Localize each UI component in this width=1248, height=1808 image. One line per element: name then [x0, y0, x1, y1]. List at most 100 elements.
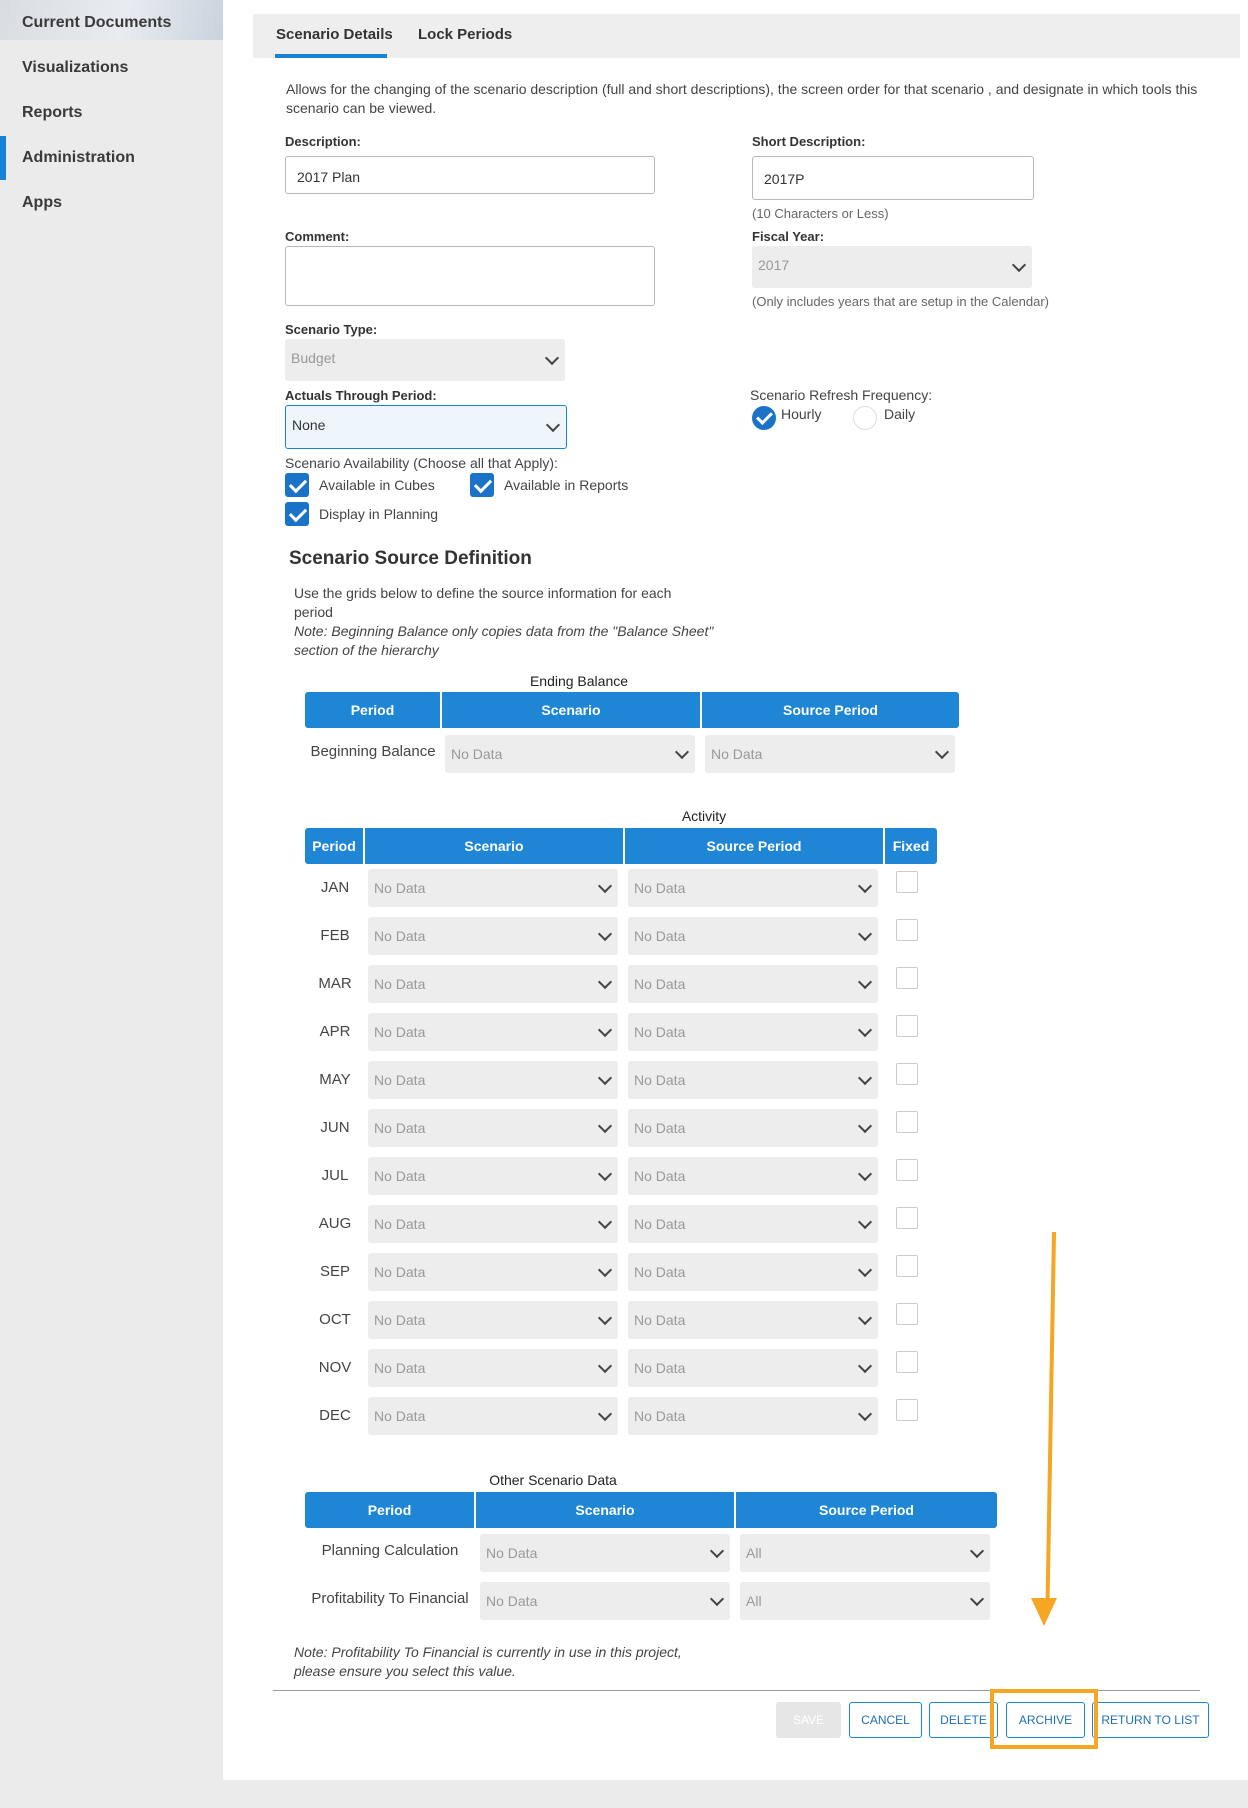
select-value: No Data — [711, 746, 763, 762]
activity-source-period-select[interactable]: No Data — [628, 1253, 878, 1291]
activity-period-label: AUG — [318, 1215, 352, 1232]
activity-source-period-select[interactable]: No Data — [628, 1157, 878, 1195]
chevron-down-icon — [857, 926, 873, 942]
beginning-balance-source-period-select[interactable]: No Data — [705, 735, 955, 773]
nav-apps[interactable]: Apps — [22, 194, 62, 212]
chevron-down-icon — [597, 1406, 613, 1422]
header-period: Period — [305, 1492, 476, 1528]
activity-scenario-select[interactable]: No Data — [368, 1397, 618, 1435]
activity-scenario-select[interactable]: No Data — [368, 1301, 618, 1339]
activity-fixed-checkbox[interactable] — [896, 1399, 918, 1421]
activity-source-period-select[interactable]: No Data — [628, 1205, 878, 1243]
short-description-field[interactable]: 2017P — [752, 156, 1034, 200]
activity-fixed-checkbox[interactable] — [896, 1351, 918, 1373]
save-button[interactable]: SAVE — [776, 1702, 841, 1738]
actuals-select[interactable]: None — [285, 405, 567, 449]
chevron-down-icon — [857, 1406, 873, 1422]
profitability-to-financial-scenario-select[interactable]: No Data — [480, 1582, 730, 1620]
activity-scenario-select[interactable]: No Data — [368, 965, 618, 1003]
fiscal-year-label: Fiscal Year: — [752, 229, 825, 244]
planning-calculation-scenario-select[interactable]: No Data — [480, 1534, 730, 1572]
chevron-down-icon — [597, 1022, 613, 1038]
activity-source-period-select[interactable]: No Data — [628, 869, 878, 907]
activity-fixed-checkbox[interactable] — [896, 1063, 918, 1085]
select-value: No Data — [634, 1360, 686, 1376]
header-period: Period — [305, 828, 365, 864]
radio-hourly[interactable] — [752, 406, 776, 430]
beginning-balance-scenario-select[interactable]: No Data — [445, 735, 695, 773]
comment-field[interactable] — [285, 246, 655, 306]
activity-scenario-select[interactable]: No Data — [368, 1061, 618, 1099]
activity-source-period-select[interactable]: No Data — [628, 1061, 878, 1099]
chevron-down-icon — [597, 926, 613, 942]
select-value: No Data — [374, 1168, 426, 1184]
chevron-down-icon — [597, 1310, 613, 1326]
activity-period-label: APR — [319, 1023, 351, 1040]
select-value: No Data — [374, 1072, 426, 1088]
activity-source-period-select[interactable]: No Data — [628, 1397, 878, 1435]
activity-source-period-select[interactable]: No Data — [628, 965, 878, 1003]
activity-source-period-select[interactable]: No Data — [628, 1109, 878, 1147]
activity-scenario-select[interactable]: No Data — [368, 1013, 618, 1051]
radio-daily-label: Daily — [884, 406, 916, 422]
activity-fixed-checkbox[interactable] — [896, 919, 918, 941]
activity-fixed-checkbox[interactable] — [896, 967, 918, 989]
activity-fixed-checkbox[interactable] — [896, 871, 918, 893]
annotation-arrow-head-icon — [1031, 1598, 1057, 1626]
radio-daily[interactable] — [853, 406, 877, 430]
activity-scenario-select[interactable]: No Data — [368, 1253, 618, 1291]
activity-fixed-checkbox[interactable] — [896, 1207, 918, 1229]
fiscal-year-select[interactable]: 2017 — [752, 246, 1032, 288]
activity-header: Period Scenario Source Period Fixed — [305, 828, 937, 864]
scenario-type-select[interactable]: Budget — [285, 339, 565, 381]
activity-fixed-checkbox[interactable] — [896, 1015, 918, 1037]
delete-button[interactable]: DELETE — [929, 1702, 998, 1738]
header-source-period: Source Period — [783, 702, 878, 718]
activity-source-period-select[interactable]: No Data — [628, 1013, 878, 1051]
planning-calculation-source-period-select[interactable]: All — [740, 1534, 990, 1572]
other-scenario-header: Period Scenario Source Period — [305, 1492, 997, 1528]
checkbox-display-in-planning[interactable] — [285, 502, 309, 526]
checkbox-available-in-reports[interactable] — [470, 473, 494, 497]
return-to-list-button[interactable]: RETURN TO LIST — [1092, 1702, 1209, 1738]
profitability-to-financial-source-period-select[interactable]: All — [740, 1582, 990, 1620]
activity-scenario-select[interactable]: No Data — [368, 869, 618, 907]
select-value: No Data — [634, 1120, 686, 1136]
select-value: No Data — [451, 746, 503, 762]
cancel-button[interactable]: CANCEL — [849, 1702, 922, 1738]
activity-source-period-select[interactable]: No Data — [628, 1301, 878, 1339]
activity-fixed-checkbox[interactable] — [896, 1303, 918, 1325]
checkbox-available-in-cubes[interactable] — [285, 473, 309, 497]
chevron-down-icon — [857, 1070, 873, 1086]
activity-scenario-select[interactable]: No Data — [368, 1349, 618, 1387]
nav-visualizations[interactable]: Visualizations — [22, 59, 128, 77]
chevron-down-icon — [597, 1070, 613, 1086]
activity-scenario-select[interactable]: No Data — [368, 1157, 618, 1195]
nav-current-documents[interactable]: Current Documents — [22, 14, 171, 32]
select-value: All — [746, 1593, 762, 1609]
select-value: No Data — [374, 880, 426, 896]
chevron-down-icon — [1011, 257, 1027, 273]
activity-fixed-checkbox[interactable] — [896, 1159, 918, 1181]
nav-reports[interactable]: Reports — [22, 104, 82, 122]
chevron-down-icon — [545, 417, 561, 433]
tab-scenario-details[interactable]: Scenario Details — [276, 26, 393, 43]
tab-lock-periods[interactable]: Lock Periods — [418, 26, 512, 43]
active-tab-indicator — [275, 54, 387, 58]
nav-administration[interactable]: Administration — [22, 149, 135, 167]
activity-fixed-checkbox[interactable] — [896, 1111, 918, 1133]
activity-source-period-select[interactable]: No Data — [628, 917, 878, 955]
activity-fixed-checkbox[interactable] — [896, 1255, 918, 1277]
select-value: No Data — [634, 928, 686, 944]
activity-scenario-select[interactable]: No Data — [368, 917, 618, 955]
select-value: All — [746, 1545, 762, 1561]
select-value: No Data — [374, 1408, 426, 1424]
activity-scenario-select[interactable]: No Data — [368, 1109, 618, 1147]
description-field[interactable]: 2017 Plan — [285, 156, 655, 194]
activity-scenario-select[interactable]: No Data — [368, 1205, 618, 1243]
ending-balance-title: Ending Balance — [529, 673, 629, 689]
activity-title: Activity — [681, 808, 727, 824]
activity-source-period-select[interactable]: No Data — [628, 1349, 878, 1387]
activity-period-label: OCT — [319, 1311, 351, 1328]
select-value: No Data — [634, 1072, 686, 1088]
